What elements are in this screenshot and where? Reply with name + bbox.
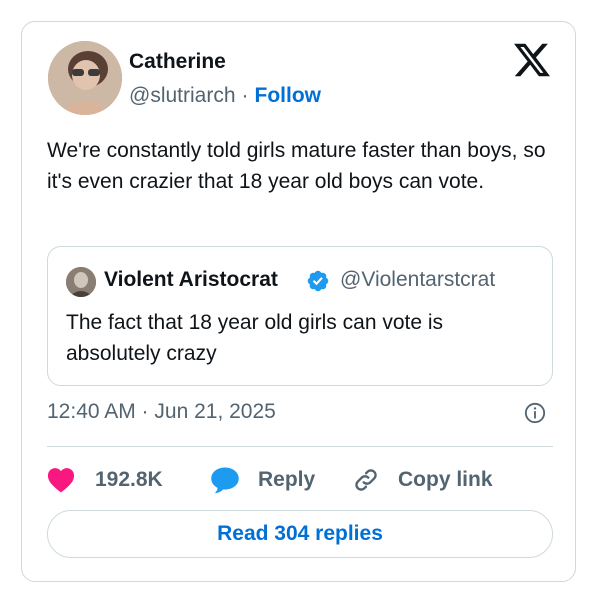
quoted-avatar-photo xyxy=(66,267,96,297)
reply-label: Reply xyxy=(258,468,316,491)
quoted-author-name[interactable]: Violent Aristocrat xyxy=(104,268,278,292)
separator-dot: · xyxy=(241,84,249,107)
reply-bubble-icon xyxy=(211,467,239,494)
tweet-timestamp[interactable]: 12:40 AM · Jun 21, 2025 xyxy=(47,400,276,424)
quoted-author-avatar[interactable] xyxy=(66,267,96,297)
like-button[interactable]: 192.8K xyxy=(47,463,163,497)
follow-button[interactable]: Follow xyxy=(255,84,322,107)
quoted-author-handle[interactable]: @Violentarstcrat xyxy=(340,268,495,292)
tweet-card: Catherine @slutriarch · Follow We're const… xyxy=(21,21,576,582)
verified-badge-icon xyxy=(307,270,329,292)
link-icon xyxy=(355,469,377,491)
author-avatar[interactable] xyxy=(48,41,122,115)
divider xyxy=(47,446,553,447)
author-name[interactable]: Catherine xyxy=(129,50,226,74)
info-icon[interactable] xyxy=(524,402,546,424)
copy-link-button[interactable]: Copy link xyxy=(352,463,493,497)
x-logo-icon[interactable] xyxy=(513,42,551,78)
heart-icon xyxy=(47,468,75,493)
copy-link-label: Copy link xyxy=(398,468,493,491)
like-count: 192.8K xyxy=(95,468,163,491)
author-handle[interactable]: @slutriarch xyxy=(129,84,236,107)
quoted-tweet-text: The fact that 18 year old girls can vote… xyxy=(66,311,444,365)
reply-button[interactable]: Reply xyxy=(210,463,315,497)
author-handle-row: @slutriarch · Follow xyxy=(129,84,321,108)
read-replies-button[interactable]: Read 304 replies xyxy=(47,510,553,558)
avatar-photo xyxy=(48,41,122,115)
quoted-tweet[interactable]: Violent Aristocrat @Violentarstcrat The … xyxy=(47,246,553,386)
tweet-text: We're constantly told girls mature faste… xyxy=(47,139,546,193)
